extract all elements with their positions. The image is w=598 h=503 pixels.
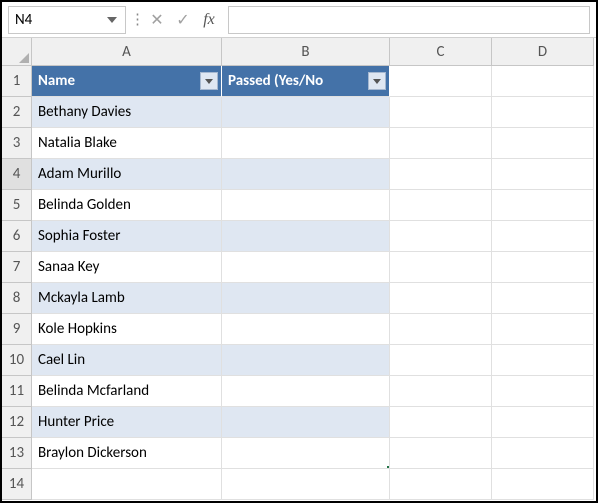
separator-icon: ⋮ <box>130 10 140 29</box>
row-header[interactable]: 14 <box>2 469 32 500</box>
cell[interactable] <box>492 190 594 221</box>
table-header-name[interactable]: Name <box>32 66 222 97</box>
col-header[interactable]: C <box>390 38 492 66</box>
row-header[interactable]: 9 <box>2 314 32 345</box>
cell[interactable] <box>390 407 492 438</box>
filter-button[interactable] <box>368 72 386 90</box>
row-header[interactable]: 2 <box>2 97 32 128</box>
cell[interactable] <box>222 252 390 283</box>
select-all-corner[interactable] <box>2 38 32 66</box>
cell[interactable] <box>492 407 594 438</box>
cell[interactable] <box>32 469 222 500</box>
cell[interactable] <box>222 283 390 314</box>
cell[interactable] <box>222 407 390 438</box>
row-header[interactable]: 3 <box>2 128 32 159</box>
cell[interactable] <box>390 469 492 500</box>
cell[interactable]: Adam Murillo <box>32 159 222 190</box>
cell[interactable] <box>492 97 594 128</box>
cell[interactable] <box>390 314 492 345</box>
cell[interactable]: Belinda Mcfarland <box>32 376 222 407</box>
cell[interactable] <box>492 159 594 190</box>
cell[interactable] <box>390 128 492 159</box>
cell[interactable] <box>390 97 492 128</box>
cell[interactable] <box>492 345 594 376</box>
row-header[interactable]: 4 <box>2 159 32 190</box>
formula-input[interactable] <box>228 6 590 34</box>
cell[interactable]: Hunter Price <box>32 407 222 438</box>
cell[interactable] <box>222 159 390 190</box>
cell[interactable] <box>492 283 594 314</box>
cell[interactable]: Sanaa Key <box>32 252 222 283</box>
cell[interactable] <box>492 314 594 345</box>
cell[interactable] <box>390 190 492 221</box>
cell[interactable]: Braylon Dickerson <box>32 438 222 469</box>
cell[interactable] <box>222 97 390 128</box>
cell[interactable]: Kole Hopkins <box>32 314 222 345</box>
cell[interactable] <box>390 438 492 469</box>
row-header[interactable]: 13 <box>2 438 32 469</box>
cell[interactable]: Natalia Blake <box>32 128 222 159</box>
cell[interactable] <box>222 190 390 221</box>
cell[interactable] <box>390 66 492 97</box>
cell[interactable] <box>222 345 390 376</box>
fx-icon[interactable]: fx <box>196 7 222 33</box>
cell[interactable] <box>390 283 492 314</box>
row-header[interactable]: 11 <box>2 376 32 407</box>
cell[interactable]: Bethany Davies <box>32 97 222 128</box>
col-header[interactable]: A <box>32 38 222 66</box>
filter-button[interactable] <box>200 72 218 90</box>
name-box[interactable]: N4 <box>8 6 126 34</box>
cell[interactable] <box>492 128 594 159</box>
row-header[interactable]: 12 <box>2 407 32 438</box>
cell[interactable] <box>222 128 390 159</box>
row-header[interactable]: 5 <box>2 190 32 221</box>
spreadsheet-grid: 1 2 3 4 5 6 7 8 9 10 11 12 13 14 A B C D… <box>2 38 596 501</box>
cell[interactable]: Sophia Foster <box>32 221 222 252</box>
formula-bar: N4 ⋮ ✕ ✓ fx <box>2 2 596 38</box>
cancel-icon[interactable]: ✕ <box>144 7 170 33</box>
cell[interactable] <box>492 469 594 500</box>
cell[interactable]: Cael Lin <box>32 345 222 376</box>
cell[interactable]: Belinda Golden <box>32 190 222 221</box>
cell[interactable] <box>222 221 390 252</box>
cell[interactable] <box>390 376 492 407</box>
row-header[interactable]: 7 <box>2 252 32 283</box>
cell[interactable] <box>222 314 390 345</box>
cell[interactable] <box>222 469 390 500</box>
row-header[interactable]: 8 <box>2 283 32 314</box>
row-header[interactable]: 1 <box>2 66 32 97</box>
cell[interactable] <box>492 221 594 252</box>
row-header[interactable]: 10 <box>2 345 32 376</box>
cell[interactable] <box>222 376 390 407</box>
cell[interactable] <box>390 252 492 283</box>
cell[interactable] <box>492 252 594 283</box>
col-header[interactable]: D <box>492 38 594 66</box>
name-box-dropdown-icon[interactable] <box>103 11 121 29</box>
cell[interactable] <box>492 438 594 469</box>
cell[interactable] <box>492 66 594 97</box>
name-box-value: N4 <box>15 11 32 29</box>
cell[interactable] <box>390 159 492 190</box>
cell[interactable]: Mckayla Lamb <box>32 283 222 314</box>
enter-icon[interactable]: ✓ <box>170 7 196 33</box>
cell[interactable] <box>390 345 492 376</box>
col-header[interactable]: B <box>222 38 390 66</box>
cell[interactable] <box>390 221 492 252</box>
cell[interactable] <box>222 438 390 469</box>
table-header-passed[interactable]: Passed (Yes/No <box>222 66 390 97</box>
row-header[interactable]: 6 <box>2 221 32 252</box>
cell[interactable] <box>492 376 594 407</box>
